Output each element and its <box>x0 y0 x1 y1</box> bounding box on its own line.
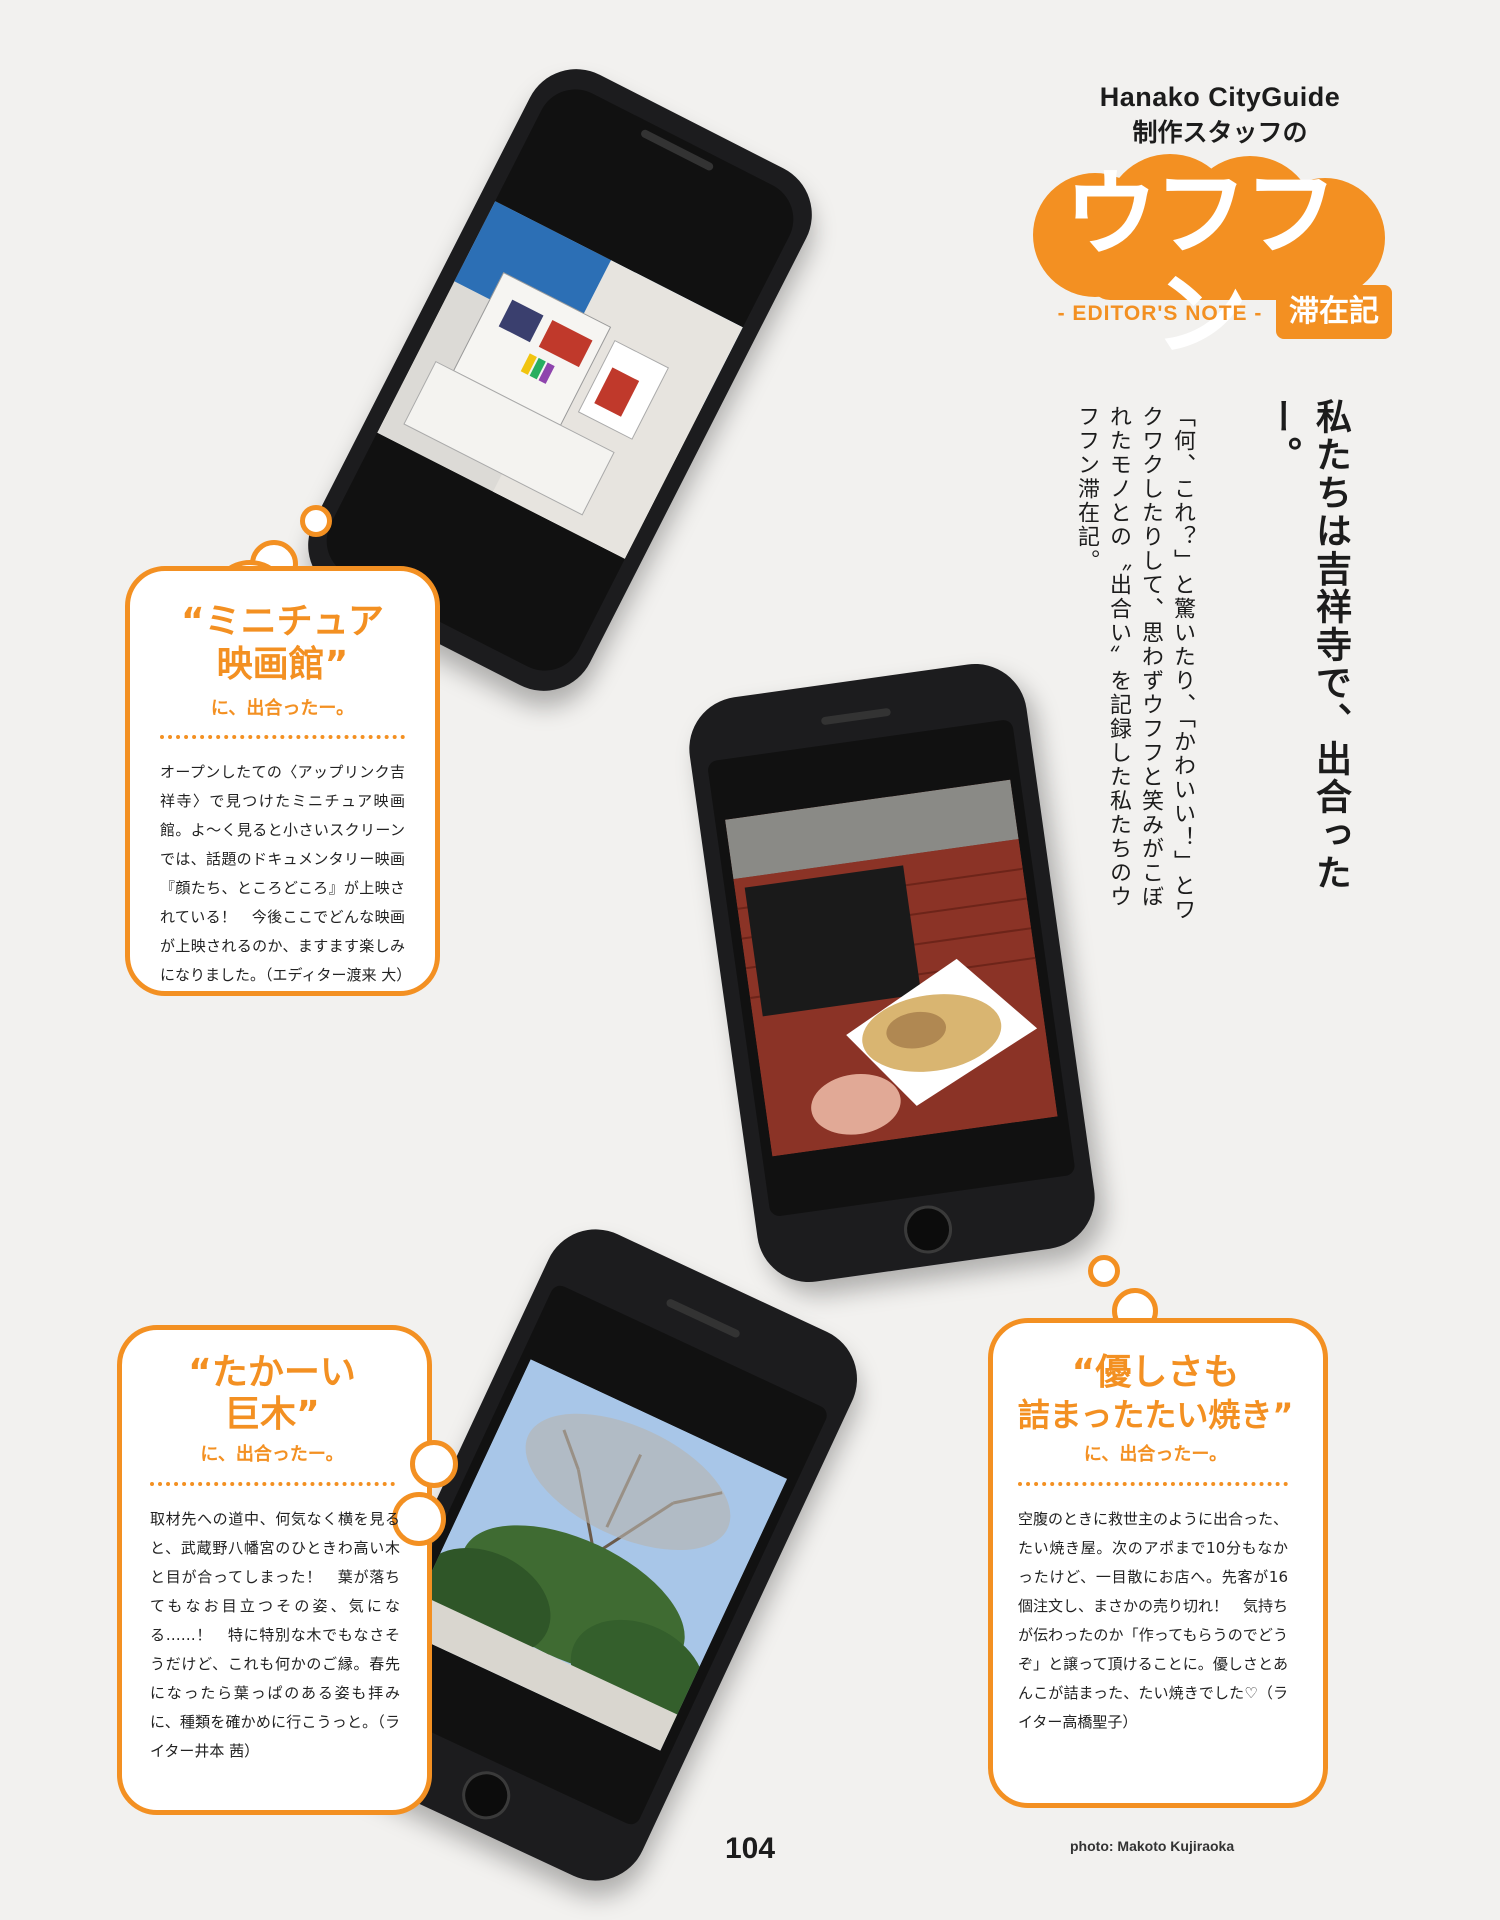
bubble-dot <box>300 505 332 537</box>
divider <box>150 1482 395 1486</box>
divider <box>160 735 405 739</box>
note-cinema-body: オープンしたての〈アップリンク吉祥寺〉で見つけたミニチュア映画館。よ〜く見ると小… <box>160 763 412 984</box>
note-taiyaki-subtitle: に、出合ったー。 <box>1083 1444 1228 1465</box>
home-button <box>454 1763 519 1828</box>
note-cinema-subtitle: に、出合ったー。 <box>210 698 355 719</box>
note-cinema-title-2: 映画館” <box>216 644 349 685</box>
note-tree-subtitle: に、出合ったー。 <box>200 1444 344 1465</box>
brand-label: Hanako CityGuide <box>1099 82 1341 112</box>
home-button <box>900 1202 956 1257</box>
note-tree-body: 取材先への道中、何気なく横を見ると、武蔵野八幡宮のひときわ高い木と目が合ってしま… <box>150 1510 400 1760</box>
phone-taiyaki <box>682 657 1102 1289</box>
header-subtitle: 制作スタッフの <box>1132 118 1308 147</box>
taiyaki-photo <box>725 779 1058 1157</box>
note-taiyaki-title-2: 詰まったたい焼き” <box>1017 1396 1294 1434</box>
photo-credit: photo: Makoto Kujiraoka <box>1070 1838 1235 1854</box>
page-number: 104 <box>724 1832 776 1865</box>
editors-note-label: - EDITOR'S NOTE - <box>1057 302 1263 325</box>
divider <box>1018 1482 1288 1486</box>
note-tree-title-2: 巨木” <box>224 1394 320 1435</box>
intro-headline: 私たちは吉祥寺で、出合ったー。 <box>1260 398 1351 892</box>
bubble-dot <box>1088 1255 1120 1287</box>
note-taiyaki-body: 空腹のときに救世主のように出合った、たい焼き屋。次のアポまで10分もなかったけど… <box>1018 1510 1289 1731</box>
bubble-dot <box>405 1498 435 1528</box>
intro-body: 「何、これ？」と驚いたり、「かわいい！」とワクワクしたりして、思わずウフフと笑み… <box>1074 405 1195 922</box>
stay-badge: 滞在記 <box>1276 285 1392 339</box>
